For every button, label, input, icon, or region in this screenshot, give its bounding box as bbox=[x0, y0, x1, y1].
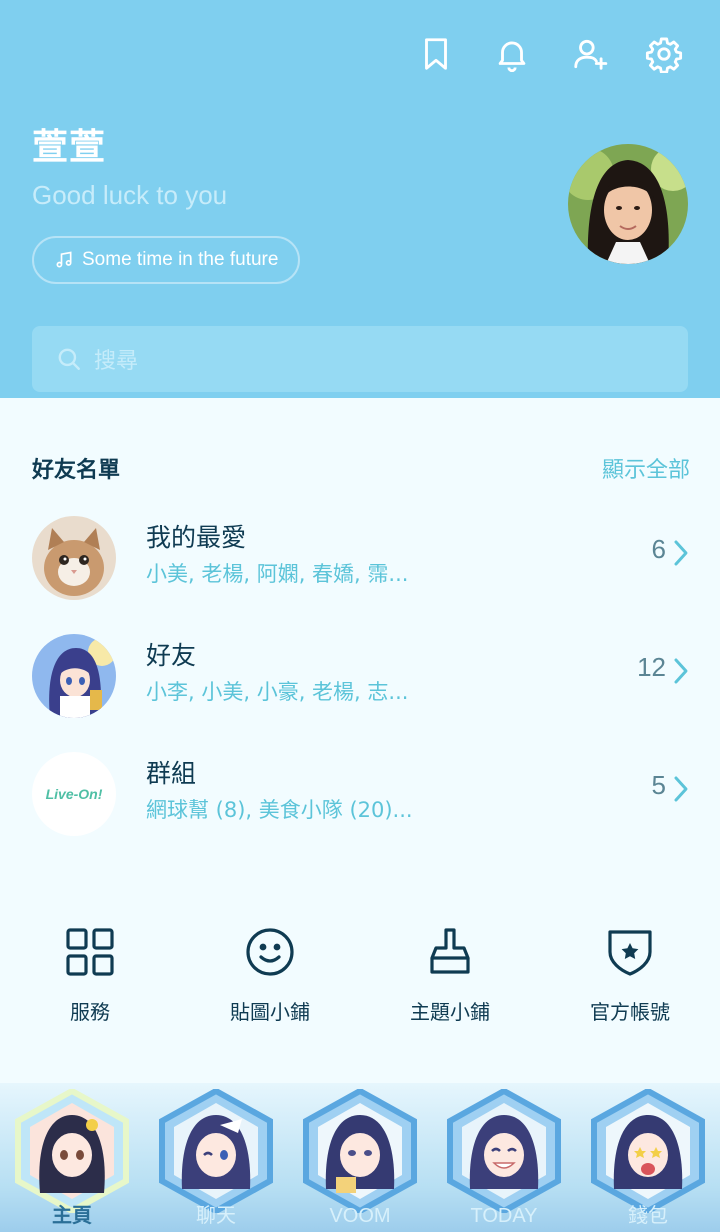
grid-icon bbox=[66, 928, 114, 976]
show-all-link[interactable]: 顯示全部 bbox=[602, 452, 690, 484]
nav-tab-home[interactable]: 主頁 bbox=[0, 1083, 144, 1232]
service-sticker-shop[interactable]: 貼圖小鋪 bbox=[180, 926, 360, 1025]
wallet-avatar-icon bbox=[591, 1089, 705, 1213]
friends-avatar bbox=[32, 634, 116, 718]
chevron-right-icon bbox=[674, 658, 688, 684]
favorites-avatar bbox=[32, 516, 116, 600]
service-services[interactable]: 服務 bbox=[0, 926, 180, 1025]
friend-row-title: 群組 bbox=[146, 759, 197, 788]
service-label: 服務 bbox=[70, 1000, 110, 1024]
nav-label: TODAY bbox=[470, 1205, 538, 1227]
bookmark-icon[interactable] bbox=[416, 34, 456, 74]
friend-row-subtitle: 網球幫 (8), 美食小隊 (20)... bbox=[146, 798, 413, 822]
chats-avatar-icon bbox=[159, 1089, 273, 1213]
search-icon bbox=[58, 348, 80, 370]
settings-icon[interactable] bbox=[644, 34, 684, 74]
friend-row-count: 6 bbox=[651, 534, 666, 564]
chevron-right-icon bbox=[674, 776, 688, 802]
nav-tab-today[interactable]: TODAY bbox=[432, 1083, 576, 1232]
nav-label: 錢包 bbox=[628, 1205, 668, 1227]
friend-row-subtitle: 小美, 老楊, 阿嫻, 春嬌, 霈... bbox=[146, 562, 409, 586]
friend-row-favorites[interactable]: 我的最愛 小美, 老楊, 阿嫻, 春嬌, 霈... 6 bbox=[0, 508, 720, 608]
home-avatar-icon bbox=[15, 1089, 129, 1213]
profile-music-button[interactable]: Some time in the future bbox=[32, 236, 301, 284]
groups-avatar: Live-On! bbox=[32, 752, 116, 836]
bell-icon[interactable] bbox=[492, 34, 532, 74]
status-message[interactable]: Good luck to you bbox=[32, 180, 227, 211]
search-input[interactable]: 搜尋 bbox=[32, 326, 688, 392]
voom-avatar-icon bbox=[303, 1089, 417, 1213]
today-avatar-icon bbox=[447, 1089, 561, 1213]
profile-header: 萱萱 Good luck to you Some time in the fut… bbox=[0, 0, 720, 398]
friend-row-title: 我的最愛 bbox=[146, 523, 247, 552]
friend-row-count: 12 bbox=[637, 652, 666, 682]
group-logo-text: Live-On! bbox=[45, 786, 103, 802]
friend-row-count: 5 bbox=[651, 770, 666, 800]
profile-name[interactable]: 萱萱 bbox=[32, 118, 106, 170]
service-official-accounts[interactable]: 官方帳號 bbox=[540, 926, 720, 1025]
add-friend-icon[interactable] bbox=[570, 34, 610, 74]
service-theme-shop[interactable]: 主題小鋪 bbox=[360, 926, 540, 1025]
bottom-nav: 主頁 聊天 VOOM TODAY 錢包 bbox=[0, 1083, 720, 1232]
smiley-icon bbox=[246, 928, 294, 976]
music-note-icon bbox=[56, 251, 72, 268]
friend-row-friends[interactable]: 好友 小李, 小美, 小豪, 老楊, 志... 12 bbox=[0, 626, 720, 726]
profile-avatar[interactable] bbox=[568, 144, 688, 264]
music-title: Some time in the future bbox=[82, 249, 279, 270]
nav-label: VOOM bbox=[329, 1205, 391, 1227]
shield-star-icon bbox=[608, 930, 652, 976]
brush-icon bbox=[430, 928, 470, 974]
service-label: 主題小鋪 bbox=[410, 1000, 490, 1024]
nav-tab-wallet[interactable]: 錢包 bbox=[576, 1083, 720, 1232]
nav-tab-voom[interactable]: VOOM bbox=[288, 1083, 432, 1232]
service-label: 官方帳號 bbox=[590, 1000, 670, 1024]
search-placeholder: 搜尋 bbox=[94, 349, 139, 374]
friend-row-groups[interactable]: Live-On! 群組 網球幫 (8), 美食小隊 (20)... 5 bbox=[0, 744, 720, 844]
friend-row-subtitle: 小李, 小美, 小豪, 老楊, 志... bbox=[146, 680, 409, 704]
friends-section-title: 好友名單 bbox=[32, 458, 121, 483]
service-label: 貼圖小鋪 bbox=[230, 1000, 310, 1024]
nav-label: 主頁 bbox=[52, 1205, 92, 1227]
chevron-right-icon bbox=[674, 540, 688, 566]
nav-tab-chats[interactable]: 聊天 bbox=[144, 1083, 288, 1232]
nav-label: 聊天 bbox=[196, 1205, 236, 1227]
friend-row-title: 好友 bbox=[146, 641, 197, 670]
